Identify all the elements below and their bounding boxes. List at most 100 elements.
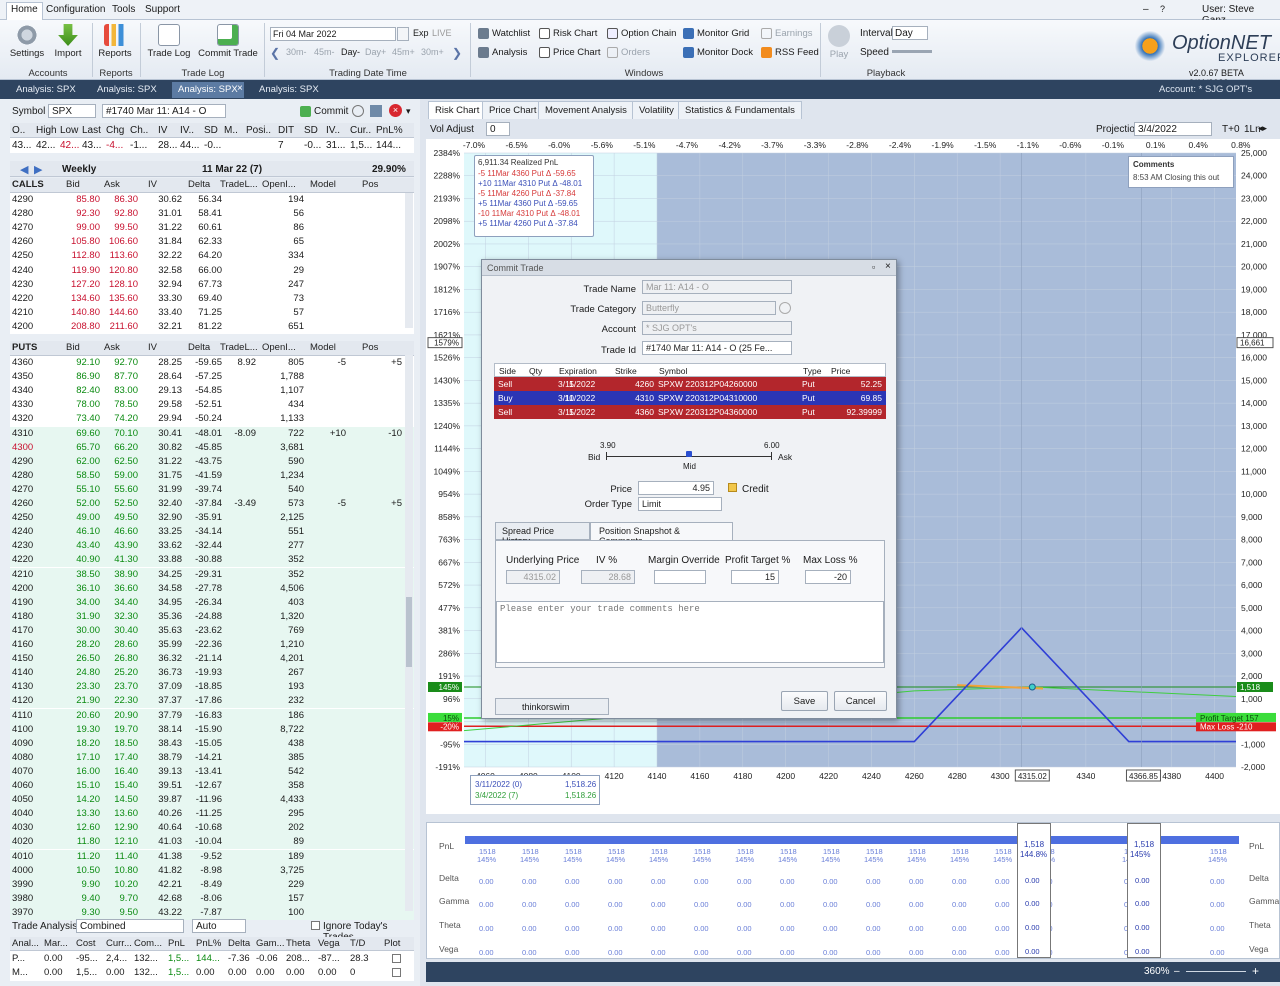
import-button[interactable]: Import (50, 24, 86, 59)
close-tab-icon[interactable]: × (237, 83, 243, 94)
table-row[interactable]: 4270 55.10 55.60 31.99 -39.74 540 (10, 482, 414, 497)
plot-checkbox[interactable] (392, 968, 401, 977)
trade-analysis-col-header[interactable]: PnL% (196, 938, 221, 949)
calendar-icon[interactable] (397, 27, 409, 41)
trade-analysis-col-header[interactable]: Com... (134, 938, 162, 949)
legs-col-header[interactable]: Price (831, 366, 850, 376)
table-row[interactable]: 4200 36.10 36.60 34.58 -27.78 4,506 (10, 581, 414, 596)
table-row[interactable]: 4220 40.90 41.30 33.88 -30.88 352 (10, 553, 414, 568)
table-row[interactable]: 4160 28.20 28.60 35.99 -22.36 1,210 (10, 638, 414, 653)
table-row[interactable]: 4210 140.80 144.60 33.40 71.25 57 (10, 305, 414, 320)
play-button[interactable]: Play (826, 25, 852, 60)
doc-tab-4[interactable]: Analysis: SPX (253, 82, 325, 98)
monitor-grid-button[interactable]: Monitor Grid (683, 28, 749, 39)
table-row[interactable]: 4120 21.90 22.30 37.37 -17.86 232 (10, 694, 414, 709)
next-expiry-icon[interactable]: ▶ (34, 163, 42, 176)
minimize-ribbon-icon[interactable]: – (1143, 4, 1149, 15)
speed-slider[interactable] (892, 50, 932, 53)
calls-col-header[interactable]: Pos (362, 179, 378, 190)
calls-col-header[interactable]: IV (148, 179, 157, 190)
table-row[interactable]: 4030 12.60 12.90 40.64 -10.68 202 (10, 821, 414, 836)
table-row[interactable]: 4310 69.60 70.10 30.41 -48.01 -8.09 722 +10 -10 (10, 426, 414, 441)
table-row[interactable]: 4340 82.40 83.00 29.13 -54.85 1,107 (10, 384, 414, 399)
legs-col-header[interactable]: Strike (615, 366, 637, 376)
trade-analysis-col-header[interactable]: PnL (168, 938, 185, 949)
commit-trade-button[interactable]: Commit Trade (197, 24, 259, 59)
legs-col-header[interactable]: Qty (529, 366, 542, 376)
menu-configuration[interactable]: Configuration (42, 3, 109, 16)
price-chart-button[interactable]: Price Chart (539, 47, 601, 58)
puts-col-header[interactable]: TradeL... (220, 342, 258, 353)
table-row[interactable]: 4300 65.70 66.20 30.82 -45.85 3,681 (10, 440, 414, 455)
table-row[interactable]: 4230 43.40 43.90 33.62 -32.44 277 (10, 539, 414, 554)
orders-button[interactable]: Orders (607, 47, 650, 58)
calls-col-header[interactable]: TradeL... (220, 179, 258, 190)
table-row[interactable]: 4330 78.00 78.50 29.58 -52.51 434 (10, 398, 414, 413)
step-45m-back[interactable]: 45m- (314, 47, 335, 57)
step-day-back[interactable]: Day- (341, 47, 360, 57)
leg-row[interactable]: Sell 5 3/11/2022 4360 SPXW 220312P04360000 Pu… (494, 405, 886, 419)
zoom-out-icon[interactable]: – (1174, 966, 1180, 977)
analysis-mode-select[interactable]: Combined (76, 919, 184, 933)
table-row[interactable]: 4140 24.80 25.20 36.73 -19.93 267 (10, 666, 414, 681)
table-row[interactable]: 4290 85.80 86.30 30.62 56.34 194 (10, 193, 414, 208)
lines-arrows-icon[interactable]: ◂▸ (1258, 123, 1267, 134)
mid-marker[interactable] (686, 451, 692, 457)
iv-input[interactable]: 28.68 (581, 570, 635, 584)
auto-select[interactable]: Auto (192, 919, 246, 933)
table-row[interactable]: 4060 15.10 15.40 39.51 -12.67 358 (10, 779, 414, 794)
doc-tab-1[interactable]: Analysis: SPX (10, 82, 82, 98)
leg-row[interactable]: Sell 5 3/11/2022 4260 SPXW 220312P04260000 Pu… (494, 377, 886, 391)
trade-analysis-col-header[interactable]: Plot (384, 938, 400, 949)
trade-name-input[interactable]: Mar 11: A14 - O (642, 280, 792, 294)
table-row[interactable]: 4290 62.00 62.50 31.22 -43.75 590 (10, 454, 414, 469)
table-row[interactable]: 4360 92.10 92.70 28.25 -59.65 8.92 805 -5 +5 (10, 356, 414, 371)
settings-button[interactable]: Settings (9, 24, 45, 59)
table-row[interactable]: 4080 17.10 17.40 38.79 -14.21 385 (10, 750, 414, 765)
calls-col-header[interactable]: CALLS (12, 179, 44, 190)
puts-col-header[interactable]: IV (148, 342, 157, 353)
trade-analysis-col-header[interactable]: Mar... (44, 938, 68, 949)
chart-tab[interactable]: Price Chart (482, 101, 544, 119)
legs-col-header[interactable]: Side (499, 366, 516, 376)
calls-col-header[interactable]: Model (310, 179, 336, 190)
symbol-select[interactable]: SPX (48, 104, 96, 118)
table-row[interactable]: 4200 208.80 211.60 32.21 81.22 651 (10, 319, 414, 334)
table-row[interactable]: 4280 92.30 92.80 31.01 58.41 56 (10, 207, 414, 222)
trade-select[interactable]: #1740 Mar 11: A14 - O (102, 104, 226, 118)
interval-select[interactable]: Day (892, 26, 928, 40)
analysis-button[interactable]: Analysis (478, 47, 527, 58)
zoom-slider[interactable] (1186, 971, 1246, 972)
calls-scrollbar[interactable] (405, 193, 413, 328)
table-row[interactable]: 3980 9.40 9.70 42.68 -8.06 157 (10, 891, 414, 906)
projection-date[interactable]: 3/4/2022 (1134, 122, 1212, 136)
step-back-icon[interactable]: ❮ (270, 46, 280, 60)
underlying-input[interactable]: 4315.02 (506, 570, 560, 584)
trading-date-field[interactable]: Fri 04 Mar 2022 (270, 27, 396, 41)
close-trade-icon[interactable]: × (389, 104, 402, 117)
watchlist-button[interactable]: Watchlist (478, 28, 530, 39)
step-30m-back[interactable]: 30m- (286, 47, 307, 57)
chart-tab[interactable]: Volatility (632, 101, 681, 119)
leg-row[interactable]: Buy 10 3/11/2022 4310 SPXW 220312P04310000 Pu… (494, 391, 886, 405)
prev-expiry-icon[interactable]: ◀ (20, 163, 28, 176)
chart-tab[interactable]: Statistics & Fundamentals (678, 101, 802, 119)
reports-button[interactable]: Reports (97, 24, 133, 59)
vol-adjust-input[interactable]: 0 (486, 122, 510, 136)
trade-analysis-col-header[interactable]: Curr... (106, 938, 132, 949)
chart-tab[interactable]: Movement Analysis (538, 101, 634, 119)
table-row[interactable]: 4170 30.00 30.40 35.63 -23.62 769 (10, 623, 414, 638)
table-row[interactable]: 4040 13.30 13.60 40.26 -11.25 295 (10, 807, 414, 822)
calls-col-header[interactable]: Ask (104, 179, 120, 190)
order-type-select[interactable]: Limit (638, 497, 722, 511)
category-settings-icon[interactable] (779, 302, 791, 314)
table-row[interactable]: 4070 16.00 16.40 39.13 -13.41 542 (10, 764, 414, 779)
live-label[interactable]: LIVE (432, 28, 452, 38)
puts-col-header[interactable]: Pos (362, 342, 378, 353)
table-row[interactable]: 4010 11.20 11.40 41.38 -9.52 189 (10, 849, 414, 864)
puts-scrollbar[interactable] (405, 355, 413, 911)
table-row[interactable]: M... 0.00 1,5... 0.00 132... 1,5... 0.00 0.00 0.… (10, 966, 414, 981)
table-row[interactable]: 4190 34.00 34.40 34.95 -26.34 403 (10, 595, 414, 610)
table-row[interactable]: 4050 14.20 14.50 39.87 -11.96 4,433 (10, 793, 414, 808)
table-row[interactable]: 4020 11.80 12.10 41.03 -10.04 89 (10, 835, 414, 850)
